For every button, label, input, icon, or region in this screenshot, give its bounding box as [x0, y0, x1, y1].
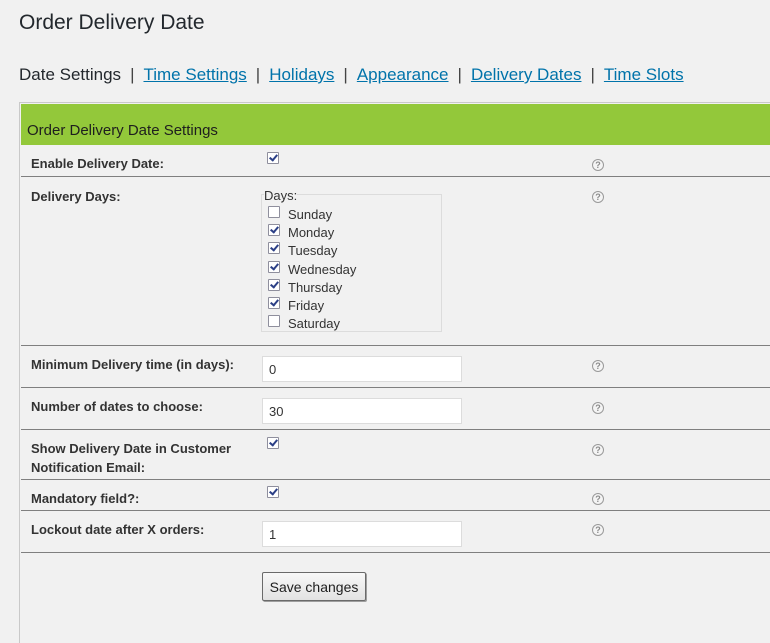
- question-mark-icon: ?: [592, 402, 604, 414]
- settings-nav: Date Settings | Time Settings | Holidays | App…: [19, 65, 684, 85]
- question-mark-icon: ?: [592, 444, 604, 456]
- page-title: Order Delivery Date: [19, 11, 205, 34]
- nav-link-holidays[interactable]: Holidays: [269, 65, 334, 84]
- question-mark-icon: ?: [592, 191, 604, 203]
- row-delivery-days: Delivery Days: ? Days: Sunday Monday Tuesd…: [21, 177, 770, 346]
- day-checkbox-wednesday[interactable]: [268, 260, 280, 273]
- question-mark-icon: ?: [592, 524, 604, 536]
- minimum-delivery-time-label: Minimum Delivery time (in days):: [31, 357, 234, 372]
- day-checkbox-thursday[interactable]: [268, 278, 280, 291]
- save-changes-button[interactable]: Save changes: [262, 572, 366, 601]
- enable-delivery-date-checkbox[interactable]: [267, 152, 279, 164]
- lockout-date-input[interactable]: [262, 521, 462, 547]
- nav-link-time-settings[interactable]: Time Settings: [143, 65, 246, 84]
- show-in-email-checkbox[interactable]: [267, 437, 279, 449]
- day-checkbox-saturday[interactable]: [268, 315, 280, 328]
- nav-link-delivery-dates[interactable]: Delivery Dates: [471, 65, 582, 84]
- nav-link-time-slots[interactable]: Time Slots: [604, 65, 684, 84]
- day-label-monday: Monday: [288, 225, 335, 241]
- row-show-in-email: Show Delivery Date in Customer Notificat…: [21, 430, 770, 480]
- question-mark-icon: ?: [592, 159, 604, 171]
- question-mark-icon: ?: [592, 493, 604, 505]
- minimum-delivery-time-input[interactable]: [262, 356, 462, 382]
- nav-separator: |: [343, 65, 348, 84]
- day-checkbox-sunday[interactable]: [268, 206, 280, 218]
- delivery-days-label: Delivery Days:: [31, 189, 121, 204]
- row-mandatory-field: Mandatory field?: ?: [21, 480, 770, 511]
- question-mark-icon: ?: [592, 360, 604, 372]
- nav-separator: |: [590, 65, 595, 84]
- day-label-saturday: Saturday: [288, 316, 341, 332]
- enable-delivery-date-label: Enable Delivery Date:: [31, 156, 164, 171]
- show-in-email-label-line1: Show Delivery Date in Customer: [31, 441, 232, 456]
- row-minimum-delivery-time: Minimum Delivery time (in days): ?: [21, 346, 770, 388]
- day-label-tuesday: Tuesday: [288, 243, 338, 259]
- day-checkbox-tuesday[interactable]: [268, 242, 280, 255]
- day-checkbox-monday[interactable]: [268, 224, 280, 237]
- day-label-wednesday: Wednesday: [288, 261, 357, 277]
- nav-current-date-settings: Date Settings: [19, 65, 122, 84]
- settings-panel: Order Delivery Date Settings Enable Deli…: [19, 102, 770, 643]
- nav-separator: |: [255, 65, 261, 84]
- day-label-friday: Friday: [288, 298, 325, 313]
- number-of-dates-label: Number of dates to choose:: [31, 399, 203, 414]
- row-lockout-date: Lockout date after X orders: ?: [21, 511, 770, 553]
- nav-separator: |: [130, 65, 135, 84]
- nav-link-appearance[interactable]: Appearance: [357, 65, 449, 84]
- nav-separator: |: [457, 65, 462, 84]
- number-of-dates-input[interactable]: [262, 398, 462, 424]
- panel-header: Order Delivery Date Settings: [21, 104, 770, 145]
- day-checkbox-friday[interactable]: [268, 297, 280, 309]
- mandatory-field-label: Mandatory field?:: [31, 491, 140, 506]
- show-in-email-label: Show Delivery Date in Customer Notificat…: [31, 439, 231, 477]
- day-label-sunday: Sunday: [288, 207, 333, 222]
- show-in-email-label-line2: Notification Email:: [31, 460, 146, 475]
- panel-title: Order Delivery Date Settings: [27, 122, 218, 139]
- row-number-of-dates: Number of dates to choose: ?: [21, 388, 770, 430]
- lockout-date-label: Lockout date after X orders:: [31, 522, 205, 537]
- mandatory-field-checkbox[interactable]: [267, 486, 279, 498]
- day-label-thursday: Thursday: [288, 279, 343, 295]
- row-enable-delivery-date: Enable Delivery Date: ?: [21, 145, 770, 177]
- days-legend: Days:: [264, 188, 298, 203]
